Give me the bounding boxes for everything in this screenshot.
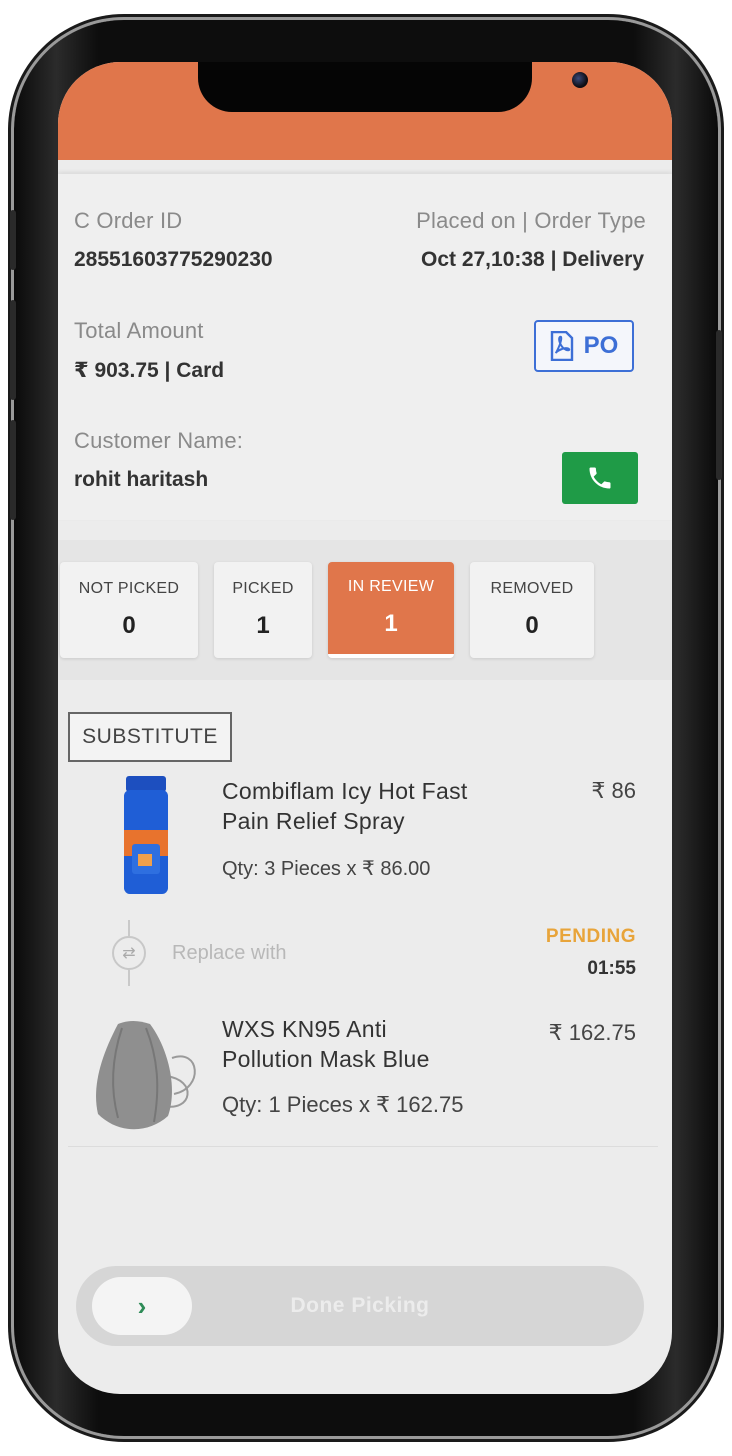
name-line-2: Pain Relief Spray (222, 808, 405, 834)
tab-label: PICKED (232, 580, 294, 597)
customer-name-value: rohit haritash (74, 468, 209, 491)
original-product-name: Combiflam Icy Hot Fast Pain Relief Spray (222, 776, 468, 836)
original-product-price: ₹ 86 (591, 778, 636, 803)
front-camera-icon (572, 72, 588, 88)
c-order-id-label: C Order ID (74, 208, 183, 233)
notch (198, 62, 588, 112)
tab-count: 0 (525, 612, 539, 639)
pending-status: PENDING (545, 926, 636, 947)
mute-switch (10, 210, 16, 270)
tab-removed[interactable]: REMOVED 0 (470, 562, 594, 658)
po-label: PO (583, 332, 619, 359)
tab-label: REMOVED (490, 580, 574, 597)
total-amount-value: ₹ 903.75 | Card (74, 359, 225, 382)
call-customer-button[interactable] (562, 452, 638, 504)
done-picking-label: Done Picking (290, 1294, 430, 1317)
volume-up-button (10, 300, 16, 400)
spray-product-image (124, 776, 168, 894)
placed-on-value: Oct 27,10:38 | Delivery (420, 248, 644, 271)
tab-count: 1 (256, 612, 270, 639)
phone-icon (589, 467, 611, 489)
divider (68, 1146, 658, 1147)
replace-icon: ⇄ (112, 936, 146, 970)
po-pdf-button[interactable]: PO (534, 320, 634, 372)
name-line-2: Pollution Mask Blue (222, 1046, 430, 1072)
substitute-tag: SUBSTITUTE (68, 712, 232, 762)
tab-count: 1 (384, 610, 398, 637)
tab-label: NOT PICKED (78, 580, 180, 597)
tab-picked[interactable]: PICKED 1 (214, 562, 312, 658)
mask-product-image (96, 1021, 196, 1130)
name-line-1: Combiflam Icy Hot Fast (222, 778, 468, 804)
connector-line (128, 970, 130, 986)
original-product-qty: Qty: 3 Pieces x ₹ 86.00 (222, 858, 431, 880)
customer-name-label: Customer Name: (74, 428, 244, 453)
power-button (716, 330, 722, 480)
volume-down-button (10, 420, 16, 520)
replacement-product-name: WXS KN95 Anti Pollution Mask Blue (222, 1014, 430, 1074)
countdown-timer: 01:55 (587, 958, 636, 979)
tab-not-picked[interactable]: NOT PICKED 0 (60, 562, 198, 658)
total-amount-label: Total Amount (74, 318, 204, 343)
replacement-product-qty: Qty: 1 Pieces x ₹ 162.75 (222, 1092, 464, 1117)
replace-with-label: Replace with (172, 942, 287, 964)
c-order-id-value: 28551603775290230 (74, 248, 273, 271)
done-picking-slider[interactable]: › Done Picking (76, 1266, 644, 1346)
tab-in-review[interactable]: IN REVIEW 1 (328, 562, 454, 658)
tab-label: IN REVIEW (347, 578, 435, 595)
pdf-icon (550, 331, 573, 361)
placed-on-label: Placed on | Order Type (416, 208, 646, 233)
connector-line (128, 920, 130, 936)
status-tabs: NOT PICKED 0 PICKED 1 IN REVIEW 1 REMOVE… (58, 540, 672, 680)
replacement-product-price: ₹ 162.75 (548, 1020, 636, 1045)
tab-count: 0 (122, 612, 136, 639)
name-line-1: WXS KN95 Anti (222, 1016, 387, 1042)
phone-screen: C Order ID 28551603775290230 Placed on |… (58, 62, 672, 1394)
